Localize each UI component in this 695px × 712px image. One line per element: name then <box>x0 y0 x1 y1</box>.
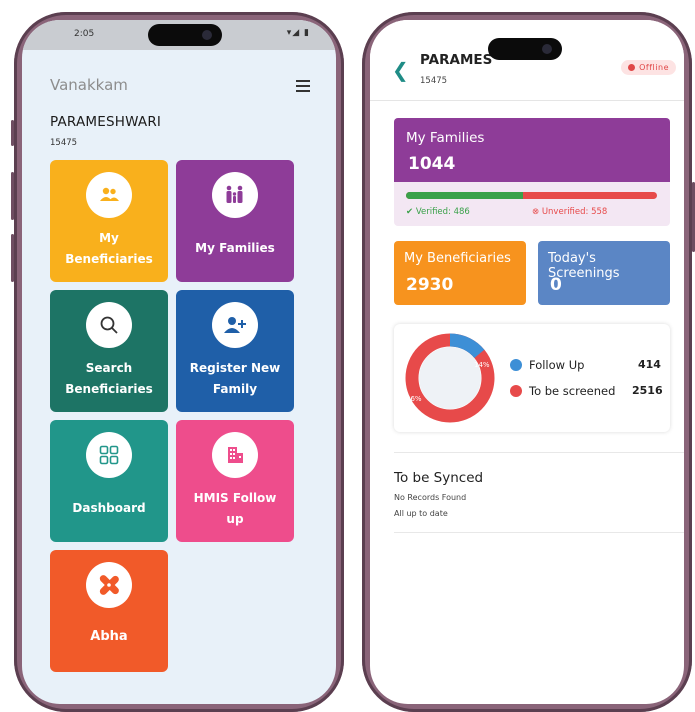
add-person-icon <box>212 302 258 348</box>
unverified-text: ⊗ Unverified: 558 <box>532 207 608 217</box>
legend-followup: Follow Up 414 <box>510 358 661 372</box>
todays-screenings-card[interactable]: Today's Screenings 0 <box>538 241 670 305</box>
donut-chart: 14% 86% <box>405 333 495 423</box>
phone-frame-left: 2:05 ▾◢ ▮ Vanakkam PARAMESHWARI 15475 My… <box>11 12 344 712</box>
tile-search-beneficiaries[interactable]: Search Beneficiaries <box>50 290 168 412</box>
group-icon <box>86 172 132 218</box>
beneficiaries-title: My Beneficiaries <box>404 251 511 266</box>
status-icons: ▾◢ ▮ <box>286 28 310 38</box>
hamburger-menu-icon[interactable] <box>296 80 310 95</box>
tile-label: Abha <box>90 629 128 644</box>
tile-abha[interactable]: Abha <box>50 550 168 672</box>
offline-dot-icon <box>628 64 636 71</box>
tile-hmis-follow-up[interactable]: HMIS Follow up <box>176 420 294 542</box>
phone-frame-right: ❮ PARAMES 15475 Offline My Families 1044… <box>362 12 695 712</box>
screening-donut-card: 14% 86% Follow Up 414 To be screened 251… <box>394 324 670 432</box>
my-beneficiaries-card[interactable]: My Beneficiaries 2930 <box>394 241 526 305</box>
grid-icon <box>86 432 132 478</box>
legend-dot-icon <box>510 359 522 371</box>
dashboard-screen: ❮ PARAMES 15475 Offline My Families 1044… <box>370 20 684 704</box>
header-bar: ❮ PARAMES 15475 Offline <box>370 20 684 101</box>
building-icon <box>212 432 258 478</box>
sync-status-line2: All up to date <box>394 509 448 518</box>
tile-label: Dashboard <box>72 501 146 515</box>
families-count: 1044 <box>408 154 456 174</box>
beneficiaries-count: 2930 <box>406 275 454 295</box>
tile-label: Search <box>85 361 133 375</box>
bandage-icon <box>86 562 132 608</box>
tile-label: Family <box>212 382 258 396</box>
tile-label: Beneficiaries <box>65 252 153 266</box>
screenings-title: Today's Screenings <box>548 251 620 281</box>
camera-notch <box>488 38 562 60</box>
sync-status-line1: No Records Found <box>394 493 467 502</box>
legend-dot-icon <box>510 385 522 397</box>
families-title: My Families <box>406 130 485 146</box>
offline-label: Offline <box>639 63 669 72</box>
screened-value: 2516 <box>632 384 663 397</box>
user-id: 15475 <box>50 138 78 148</box>
verified-text: ✔ Verified: 486 <box>406 207 470 217</box>
greeting-text: Vanakkam <box>50 76 128 94</box>
tile-my-families[interactable]: My Families <box>176 160 294 282</box>
tile-my-beneficiaries[interactable]: My Beneficiaries <box>50 160 168 282</box>
tile-label: Register New <box>189 361 281 375</box>
tile-register-new-family[interactable]: Register New Family <box>176 290 294 412</box>
tile-label: HMIS Follow <box>193 491 277 505</box>
home-screen: 2:05 ▾◢ ▮ Vanakkam PARAMESHWARI 15475 My… <box>22 20 336 704</box>
family-icon <box>212 172 258 218</box>
offline-badge: Offline <box>621 60 676 75</box>
tile-dashboard[interactable]: Dashboard <box>50 420 168 542</box>
verification-progress-bar <box>406 192 657 199</box>
status-time: 2:05 <box>74 29 95 39</box>
check-circle-icon: ✔ <box>406 207 416 217</box>
camera-notch <box>148 24 222 46</box>
followup-pct-label: 14% <box>474 361 490 369</box>
search-icon <box>86 302 132 348</box>
screenings-count: 0 <box>550 275 562 295</box>
donut-hole <box>419 347 481 409</box>
my-families-card[interactable]: My Families 1044 ✔ Verified: 486 ⊗ Unver… <box>394 118 670 226</box>
x-circle-icon: ⊗ <box>532 207 542 217</box>
tile-label: Beneficiaries <box>65 382 153 396</box>
user-name: PARAMESHWARI <box>50 114 162 130</box>
followup-value: 414 <box>638 358 661 371</box>
user-name: PARAMES <box>420 52 493 68</box>
screened-pct-label: 86% <box>406 395 422 403</box>
user-id: 15475 <box>420 76 448 86</box>
to-be-synced-title: To be Synced <box>394 470 484 486</box>
tile-label: up <box>226 512 244 526</box>
back-arrow-icon[interactable]: ❮ <box>392 58 409 82</box>
tile-label: My <box>99 231 119 245</box>
legend-screened: To be screened 2516 <box>510 384 663 398</box>
tile-label: My Families <box>195 241 275 255</box>
